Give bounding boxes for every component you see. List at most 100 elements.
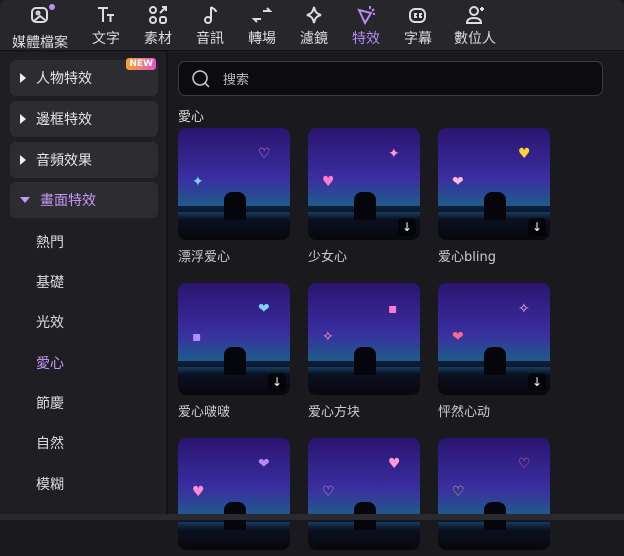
media-icon xyxy=(29,4,55,32)
heart-icon: ♡ xyxy=(322,484,335,500)
tab-label: 媒體檔案 xyxy=(12,35,68,51)
effect-thumbnail: ✦ ♥ ↓ xyxy=(308,128,420,240)
tab-label: 數位人 xyxy=(454,31,496,47)
effect-label: 爱心bling xyxy=(438,250,496,265)
tab-filter[interactable]: 濾鏡 xyxy=(300,4,328,48)
effect-thumbnail: ♥ ♡ xyxy=(308,438,420,550)
effect-thumbnail: ✧ ❤ ↓ xyxy=(438,283,550,395)
subitem-basic[interactable]: 基礎 xyxy=(36,272,64,292)
tab-avatar[interactable]: 數位人 xyxy=(454,4,496,48)
heart-icon: ♥ xyxy=(322,174,335,190)
tab-transition[interactable]: 轉場 xyxy=(248,4,276,48)
category-screen-effects[interactable]: 畫面特效 xyxy=(10,182,158,218)
download-icon[interactable]: ↓ xyxy=(528,218,546,236)
heart-icon: ▪ xyxy=(388,301,398,317)
effect-card[interactable]: ✧ ❤ ↓ 怦然心动 xyxy=(438,283,550,420)
elements-icon xyxy=(149,6,167,24)
heart-icon: ❤ xyxy=(452,174,464,190)
caret-right-icon xyxy=(20,73,26,83)
download-icon[interactable]: ↓ xyxy=(268,373,286,391)
subitem-festival[interactable]: 節慶 xyxy=(36,393,64,413)
section-title: 愛心 xyxy=(178,110,205,125)
category-people-effects[interactable]: 人物特效 NEW xyxy=(10,58,158,96)
effect-card[interactable]: ❤ ♥ xyxy=(178,438,290,556)
heart-icon: ♡ xyxy=(258,146,271,162)
effect-thumbnail: ♡ ♡ xyxy=(438,438,550,550)
new-badge: NEW xyxy=(126,58,156,70)
tab-text[interactable]: 文字 xyxy=(92,4,120,48)
category-label: 人物特效 xyxy=(36,71,92,87)
search-icon xyxy=(192,69,210,88)
effect-card[interactable]: ▪ ✧ 爱心方块 xyxy=(308,283,420,420)
caret-right-icon xyxy=(20,155,26,165)
effect-card[interactable]: ✦ ♥ ↓ 少女心 xyxy=(308,128,420,265)
audio-icon xyxy=(204,6,217,24)
heart-icon: ❤ xyxy=(452,329,464,345)
caret-down-icon xyxy=(20,197,30,203)
download-icon[interactable]: ↓ xyxy=(528,373,546,391)
heart-icon: ❤ xyxy=(258,301,270,317)
heart-icon: ▪ xyxy=(192,329,202,345)
heart-icon: ✦ xyxy=(192,174,204,190)
transition-icon xyxy=(251,7,273,23)
filter-icon xyxy=(306,6,322,24)
heart-icon: ♥ xyxy=(518,146,531,162)
category-border-effects[interactable]: 邊框特效 xyxy=(10,101,158,137)
category-label: 音頻效果 xyxy=(36,153,92,169)
heart-icon: ✧ xyxy=(322,329,334,345)
heart-icon: ♥ xyxy=(388,456,401,472)
effects-icon xyxy=(357,6,375,26)
effect-thumbnail: ❤ ♥ xyxy=(178,438,290,550)
subitem-light[interactable]: 光效 xyxy=(36,312,64,332)
tab-label: 文字 xyxy=(92,31,120,47)
effect-card[interactable]: ♡ ♡ xyxy=(438,438,550,556)
tab-label: 音訊 xyxy=(196,31,224,47)
subitem-love[interactable]: 愛心 xyxy=(36,353,64,373)
heart-icon: ♡ xyxy=(518,456,531,472)
text-icon xyxy=(98,7,114,22)
tab-media[interactable]: 媒體檔案 xyxy=(12,4,68,52)
tab-audio[interactable]: 音訊 xyxy=(196,4,224,48)
effect-label: 爱心方块 xyxy=(308,405,361,420)
subitem-blur[interactable]: 模糊 xyxy=(36,474,64,494)
heart-icon: ✧ xyxy=(518,301,530,317)
download-icon[interactable]: ↓ xyxy=(398,218,416,236)
effect-card[interactable]: ♥ ❤ ↓ 爱心bling xyxy=(438,128,550,265)
tab-label: 素材 xyxy=(144,31,172,47)
top-toolbar: 媒體檔案 文字 素材 音訊 轉場 濾鏡 特效 字幕 數位人 xyxy=(0,0,624,51)
category-label: 畫面特效 xyxy=(40,193,96,209)
category-sidebar: 人物特效 NEW 邊框特效 音頻效果 畫面特效 熱門 基礎 光效 愛心 節慶 自然… xyxy=(0,52,168,520)
effect-card[interactable]: ♥ ♡ xyxy=(308,438,420,556)
effect-label: 爱心啵啵 xyxy=(178,405,231,420)
captions-icon xyxy=(409,8,426,23)
heart-icon: ❤ xyxy=(258,456,270,472)
horizontal-scrollbar[interactable] xyxy=(0,514,624,520)
effect-label: 怦然心动 xyxy=(438,405,491,420)
tab-label: 轉場 xyxy=(248,31,276,47)
tab-elements[interactable]: 素材 xyxy=(144,4,172,48)
tab-effects[interactable]: 特效 xyxy=(352,4,380,48)
heart-icon: ♥ xyxy=(192,484,205,500)
subitem-hot[interactable]: 熱門 xyxy=(36,232,64,252)
subitem-nature[interactable]: 自然 xyxy=(36,433,64,453)
tab-captions[interactable]: 字幕 xyxy=(404,4,432,48)
effect-card[interactable]: ❤ ▪ ↓ 爱心啵啵 xyxy=(178,283,290,420)
effect-thumbnail: ▪ ✧ xyxy=(308,283,420,395)
heart-icon: ✦ xyxy=(388,146,400,162)
search-input[interactable]: 搜索 xyxy=(178,61,603,96)
effect-thumbnail: ❤ ▪ ↓ xyxy=(178,283,290,395)
category-label: 邊框特效 xyxy=(36,112,92,128)
category-audio-effects[interactable]: 音頻效果 xyxy=(10,142,158,178)
caret-right-icon xyxy=(20,114,26,124)
heart-icon: ♡ xyxy=(452,484,465,500)
effect-label: 少女心 xyxy=(308,250,348,265)
effect-card[interactable]: ♡ ✦ 漂浮爱心 xyxy=(178,128,290,265)
search-placeholder: 搜索 xyxy=(223,73,250,88)
tab-label: 特效 xyxy=(352,31,380,47)
effect-thumbnail: ♡ ✦ xyxy=(178,128,290,240)
tab-label: 字幕 xyxy=(404,31,432,47)
effect-thumbnail: ♥ ❤ ↓ xyxy=(438,128,550,240)
avatar-icon xyxy=(465,6,484,24)
effect-label: 漂浮爱心 xyxy=(178,250,231,265)
tab-label: 濾鏡 xyxy=(300,31,328,47)
